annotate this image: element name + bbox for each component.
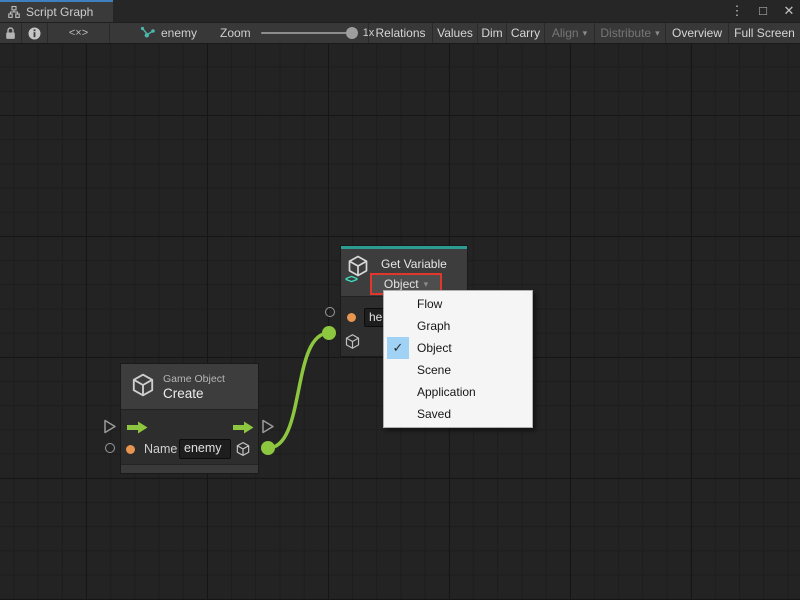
graph-toolbar: <×> enemy Zoom 1x Relations Values Dim C… — [0, 22, 800, 44]
carry-button[interactable]: Carry — [506, 23, 544, 43]
code-preview-button[interactable]: <×> — [48, 23, 110, 43]
zoom-slider-track[interactable] — [261, 32, 356, 34]
flow-input-port[interactable] — [103, 419, 117, 434]
create-node-type-label: Game Object — [163, 373, 225, 385]
chevron-down-icon: ▾ — [655, 28, 660, 39]
menu-item-object[interactable]: ✓ Object — [384, 337, 532, 359]
full-screen-button[interactable]: Full Screen — [728, 23, 800, 43]
get-variable-header[interactable]: <> Get Variable Object ▾ — [341, 249, 467, 296]
graph-breadcrumb-icon — [140, 26, 155, 40]
variable-name-port-dot[interactable] — [347, 313, 356, 322]
create-node-footer — [121, 464, 258, 473]
graph-hierarchy-icon — [8, 6, 20, 18]
menu-item-graph[interactable]: Graph — [384, 315, 532, 337]
window-menu-icon[interactable]: ⋮ — [730, 0, 744, 22]
inspect-button[interactable] — [22, 23, 48, 43]
breadcrumb-graph-name: enemy — [161, 26, 197, 40]
flow-input-arrow-icon[interactable] — [127, 421, 148, 434]
script-graph-window: Script Graph ⋮ □ ✕ <×> — [0, 0, 800, 600]
zoom-label: Zoom — [220, 26, 251, 40]
game-object-icon — [130, 372, 156, 403]
tab-script-graph[interactable]: Script Graph — [0, 0, 113, 22]
dim-button[interactable]: Dim — [477, 23, 506, 43]
flow-output-port[interactable] — [261, 419, 275, 434]
tab-focus-accent — [0, 0, 113, 2]
menu-item-scene[interactable]: Scene — [384, 359, 532, 381]
info-icon — [28, 27, 41, 40]
get-variable-title: Get Variable — [381, 257, 447, 271]
source-input-port-connected[interactable] — [322, 326, 336, 340]
chevron-down-icon: ▾ — [583, 28, 588, 39]
create-node-header[interactable]: Game Object Create — [121, 364, 258, 409]
source-object-icon[interactable] — [344, 333, 361, 355]
create-node-title: Create — [163, 386, 204, 401]
variable-kind-menu: Flow Graph ✓ Object Scene Application Sa… — [383, 290, 533, 428]
create-result-output-port[interactable] — [261, 441, 275, 455]
variable-name-input-port[interactable] — [325, 307, 335, 317]
code-preview-icon: <×> — [69, 27, 88, 39]
check-icon: ✓ — [387, 337, 409, 359]
zoom-slider-handle[interactable] — [346, 27, 358, 39]
chevron-down-icon: ▾ — [424, 279, 429, 290]
toolbar-buttons: Relations Values Dim Carry Align▾ Distri… — [368, 23, 800, 43]
flow-output-arrow-icon[interactable] — [233, 421, 254, 434]
window-controls: ⋮ □ ✕ — [730, 0, 796, 22]
align-button[interactable]: Align▾ — [544, 23, 594, 43]
menu-item-saved[interactable]: Saved — [384, 403, 532, 425]
values-button[interactable]: Values — [432, 23, 477, 43]
create-node-body: Name enemy — [121, 409, 258, 464]
name-value-field[interactable]: enemy — [179, 439, 231, 459]
variable-code-icon: <> — [345, 272, 357, 286]
relations-button[interactable]: Relations — [368, 23, 432, 43]
menu-item-application[interactable]: Application — [384, 381, 532, 403]
zoom-control: Zoom 1x — [220, 23, 374, 43]
name-port-label: Name — [144, 442, 177, 456]
menu-item-flow[interactable]: Flow — [384, 293, 532, 315]
maximize-icon[interactable]: □ — [756, 0, 770, 22]
tab-label: Script Graph — [26, 5, 93, 19]
title-bar: Script Graph ⋮ □ ✕ — [0, 0, 800, 22]
name-port-dot[interactable] — [126, 445, 135, 454]
name-input-port[interactable] — [105, 443, 115, 453]
node-game-object-create[interactable]: Game Object Create Name enemy — [120, 363, 259, 474]
lock-icon — [5, 27, 16, 40]
overview-button[interactable]: Overview — [665, 23, 728, 43]
breadcrumb[interactable]: enemy — [140, 23, 197, 43]
close-icon[interactable]: ✕ — [782, 0, 796, 22]
lock-button[interactable] — [0, 23, 22, 43]
distribute-button[interactable]: Distribute▾ — [594, 23, 665, 43]
game-object-output-icon[interactable] — [235, 441, 251, 462]
